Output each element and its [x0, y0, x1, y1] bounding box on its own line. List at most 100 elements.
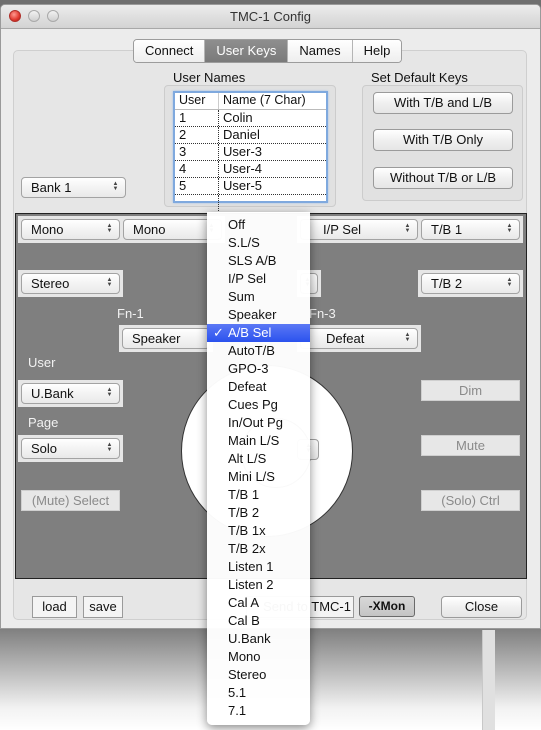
menu-item[interactable]: T/B 1	[207, 486, 310, 504]
without-tb-or-lb-button[interactable]: Without T/B or L/B	[373, 167, 513, 189]
cell-name[interactable]: User-5	[219, 178, 326, 194]
updown-arrows-icon: ▲▼	[106, 277, 113, 288]
tb2-select[interactable]: T/B 2 ▲ ▼	[421, 273, 520, 294]
stereo-wrap: Stereo ▲ ▼	[18, 270, 123, 297]
mute-button[interactable]: Mute	[421, 435, 520, 456]
solo-ctrl-button[interactable]: (Solo) Ctrl	[421, 490, 520, 511]
menu-item[interactable]: S.L/S	[207, 234, 310, 252]
tab-connect[interactable]: Connect	[134, 40, 206, 62]
menu-item-label: In/Out Pg	[228, 415, 283, 430]
menu-item-label: Defeat	[228, 379, 267, 394]
fn3-select[interactable]: Defeat ▲ ▼	[300, 328, 418, 349]
fn3-wrap: Defeat ▲ ▼	[297, 325, 421, 352]
tab-help[interactable]: Help	[352, 40, 402, 62]
menu-item[interactable]: T/B 1x	[207, 522, 310, 540]
table-row[interactable]: 2 Daniel	[175, 127, 326, 144]
cell-user: 2	[175, 127, 219, 143]
menu-item[interactable]: T/B 2x	[207, 540, 310, 558]
fn1-wrap: Speaker	[119, 325, 213, 352]
cell-name[interactable]: User-4	[219, 161, 326, 177]
default-keys-label: Set Default Keys	[371, 70, 468, 85]
cell-name[interactable]: Daniel	[219, 127, 326, 143]
fn1-value: Speaker	[132, 331, 181, 346]
menu-item[interactable]: Main L/S	[207, 432, 310, 450]
table-row-empty[interactable]	[175, 195, 326, 211]
key-function-menu[interactable]: Off S.L/S SLS A/B I/P Sel Sum Speaker ✓ A/B Sel…	[207, 212, 310, 725]
menu-item-label: Speaker	[228, 307, 277, 322]
user-names-label: User Names	[173, 70, 246, 85]
menu-item[interactable]: SLS A/B	[207, 252, 310, 270]
menu-item[interactable]: In/Out Pg	[207, 414, 310, 432]
tab-user-keys[interactable]: User Keys	[205, 40, 289, 62]
updown-arrows-icon: ▲▼	[506, 277, 513, 288]
menu-item[interactable]: Mono	[207, 648, 310, 666]
stereo-select[interactable]: Stereo ▲ ▼	[21, 273, 120, 294]
menu-item-label: S.L/S	[228, 235, 260, 250]
menu-item[interactable]: U.Bank	[207, 630, 310, 648]
load-button[interactable]: load	[32, 596, 77, 618]
mute-select-button[interactable]: (Mute) Select	[21, 490, 120, 511]
bank-select[interactable]: Bank 1 ▲ ▼	[21, 177, 126, 198]
user-names-table[interactable]: User Name (7 Char) 1 Colin 2 Daniel 3 User-…	[173, 91, 328, 211]
updown-arrows-icon: ▲▼	[404, 332, 411, 343]
menu-item[interactable]: Alt L/S	[207, 450, 310, 468]
cell-name[interactable]: Colin	[219, 110, 326, 126]
column-header-name[interactable]: Name (7 Char)	[219, 93, 326, 109]
tab-names[interactable]: Names	[288, 40, 353, 62]
menu-item[interactable]: Mini L/S	[207, 468, 310, 486]
menu-item-label: A/B Sel	[228, 325, 272, 340]
user-value: U.Bank	[31, 386, 74, 401]
cell-name[interactable]: User-3	[219, 144, 326, 160]
key-1-value: Mono	[31, 222, 64, 237]
table-row[interactable]: 4 User-4	[175, 161, 326, 178]
menu-item[interactable]: Listen 1	[207, 558, 310, 576]
menu-item[interactable]: Sum	[207, 288, 310, 306]
key-4-select[interactable]: T/B 1 ▲ ▼	[421, 219, 520, 240]
menu-item[interactable]: GPO-3	[207, 360, 310, 378]
menu-item-label: T/B 2x	[228, 541, 266, 556]
xmon-button[interactable]: -XMon	[359, 596, 415, 617]
cell-user: 1	[175, 110, 219, 126]
user-label: User	[28, 355, 56, 370]
menu-item[interactable]: Listen 2	[207, 576, 310, 594]
table-row[interactable]: 5 User-5	[175, 178, 326, 195]
key-2-value: Mono	[133, 222, 166, 237]
table-row[interactable]: 1 Colin	[175, 110, 326, 127]
key-3-select[interactable]: I/P Sel ▲ ▼	[300, 219, 418, 240]
menu-item[interactable]: Cal A	[207, 594, 310, 612]
menu-item[interactable]: Defeat	[207, 378, 310, 396]
menu-item[interactable]: ✓ A/B Sel	[207, 324, 310, 342]
menu-item[interactable]: Off	[207, 216, 310, 234]
key-1-select[interactable]: Mono ▲ ▼	[21, 219, 120, 240]
bank-select-value: Bank 1	[31, 180, 72, 195]
cell-name	[219, 195, 326, 211]
with-tb-only-button[interactable]: With T/B Only	[373, 129, 513, 151]
menu-item-label: I/P Sel	[228, 271, 267, 286]
menu-item-label: Main L/S	[228, 433, 280, 448]
menu-item[interactable]: AutoT/B	[207, 342, 310, 360]
save-button[interactable]: save	[83, 596, 123, 618]
page-value: Solo	[31, 441, 58, 456]
menu-item-label: Cal B	[228, 613, 260, 628]
menu-item[interactable]: Speaker	[207, 306, 310, 324]
fn1-select[interactable]: Speaker	[122, 328, 210, 349]
menu-item[interactable]: I/P Sel	[207, 270, 310, 288]
dim-button[interactable]: Dim	[421, 380, 520, 401]
menu-item[interactable]: 7.1	[207, 702, 310, 720]
tb2-wrap: T/B 2 ▲ ▼	[418, 270, 523, 297]
menu-item-label: Alt L/S	[228, 451, 267, 466]
menu-item-label: T/B 1	[228, 487, 260, 502]
page-select[interactable]: Solo ▲ ▼	[21, 438, 120, 459]
user-select[interactable]: U.Bank ▲ ▼	[21, 383, 120, 404]
menu-item[interactable]: Cal B	[207, 612, 310, 630]
cell-user: 3	[175, 144, 219, 160]
table-row[interactable]: 3 User-3	[175, 144, 326, 161]
menu-item-label: Listen 2	[228, 577, 274, 592]
with-tb-and-lb-button[interactable]: With T/B and L/B	[373, 92, 513, 114]
menu-item[interactable]: Stereo	[207, 666, 310, 684]
menu-item[interactable]: 5.1	[207, 684, 310, 702]
menu-item[interactable]: Cues Pg	[207, 396, 310, 414]
close-button[interactable]: Close	[441, 596, 522, 618]
menu-item[interactable]: T/B 2	[207, 504, 310, 522]
column-header-user[interactable]: User	[175, 93, 219, 109]
